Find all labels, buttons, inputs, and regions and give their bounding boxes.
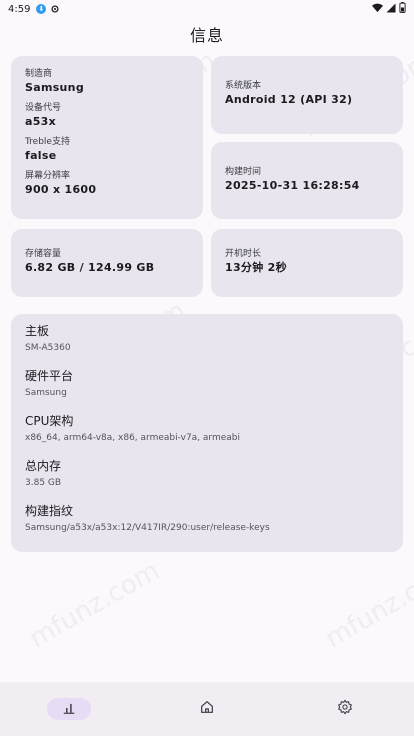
detail-item-hardware: 硬件平台 Samsung: [25, 368, 389, 399]
bar-chart-icon: [62, 700, 76, 719]
page-title: 信息: [189, 26, 224, 45]
manufacturer-value: Samsung: [25, 81, 84, 94]
home-icon[interactable]: [199, 699, 215, 719]
detail-item-cpu-abi: CPU架构 x86_64, arm64-v8a, x86, armeabi-v7…: [25, 413, 389, 444]
device-info-card: 制造商 Samsung 设备代号 a53x Treble支持 false 屏幕分…: [11, 56, 203, 219]
build-time-value: 2025-10-31 16:28:54: [225, 179, 360, 192]
detail-value: Samsung: [25, 388, 67, 398]
uptime-value: 13分钟 2秒: [225, 261, 287, 274]
nav-item-settings[interactable]: [276, 682, 414, 736]
codename-value: a53x: [25, 115, 57, 128]
watermark: mfunz.com: [320, 555, 414, 655]
manufacturer-label: 制造商: [25, 69, 53, 79]
detail-item-total-memory: 总内存 3.85 GB: [25, 458, 389, 489]
gear-icon[interactable]: [337, 699, 353, 719]
build-time-card: 构建时间 2025-10-31 16:28:54: [211, 142, 403, 219]
detail-label: 主板: [25, 324, 50, 338]
system-version-card: 系统版本 Android 12 (API 32): [211, 56, 403, 134]
uptime-card: 开机时长 13分钟 2秒: [211, 229, 403, 297]
status-bar: 4:59 ⬇: [0, 0, 414, 18]
detail-item-fingerprint: 构建指纹 Samsung/a53x/a53x:12/V417IR/290:use…: [25, 503, 389, 534]
watermark: mfunz.com: [24, 555, 165, 655]
wifi-icon: [372, 3, 383, 16]
uptime-label: 开机时长: [225, 249, 262, 259]
treble-label: Treble支持: [25, 137, 70, 147]
bottom-navigation: [0, 682, 414, 736]
settings-status-icon: [50, 4, 60, 14]
detail-label: 总内存: [25, 459, 62, 473]
resolution-value: 900 x 1600: [25, 183, 97, 196]
detail-value: x86_64, arm64-v8a, x86, armeabi-v7a, arm…: [25, 433, 240, 443]
detail-label: CPU架构: [25, 414, 74, 428]
signal-icon: [386, 3, 396, 16]
nav-active-indicator[interactable]: [47, 698, 91, 720]
nav-item-info[interactable]: [0, 682, 138, 736]
detail-label: 构建指纹: [25, 504, 74, 518]
battery-icon: [399, 2, 406, 16]
storage-label: 存储容量: [25, 249, 62, 259]
status-time: 4:59: [8, 3, 31, 15]
resolution-label: 屏幕分辨率: [25, 171, 71, 181]
detail-value: Samsung/a53x/a53x:12/V417IR/290:user/rel…: [25, 523, 270, 533]
download-icon: ⬇: [36, 4, 47, 14]
codename-label: 设备代号: [25, 103, 62, 113]
detail-label: 硬件平台: [25, 369, 74, 383]
detail-value: SM-A5360: [25, 343, 71, 353]
storage-value: 6.82 GB / 124.99 GB: [25, 261, 155, 274]
treble-value: false: [25, 149, 57, 162]
system-version-value: Android 12 (API 32): [225, 93, 353, 106]
hardware-details-card: 主板 SM-A5360 硬件平台 Samsung CPU架构 x86_64, a…: [11, 314, 403, 552]
system-version-label: 系统版本: [225, 81, 262, 91]
detail-item-board: 主板 SM-A5360: [25, 323, 389, 354]
nav-item-home[interactable]: [138, 682, 276, 736]
build-time-label: 构建时间: [225, 167, 262, 177]
storage-card: 存储容量 6.82 GB / 124.99 GB: [11, 229, 203, 297]
detail-value: 3.85 GB: [25, 478, 62, 488]
